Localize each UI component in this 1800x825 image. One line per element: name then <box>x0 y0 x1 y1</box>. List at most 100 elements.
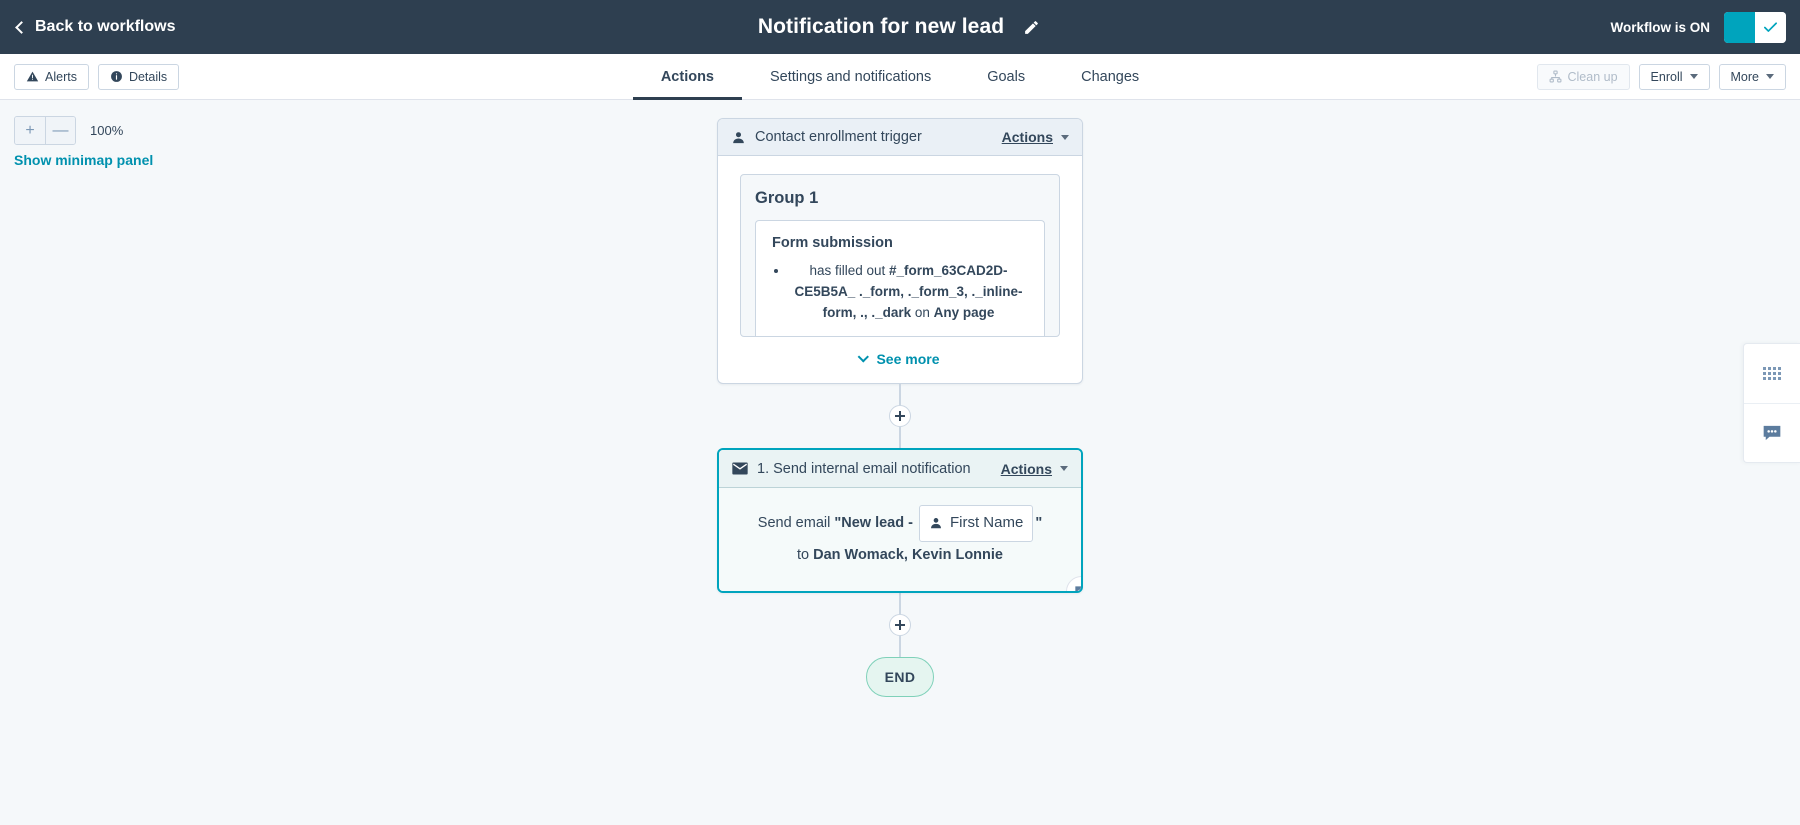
filter-prefix: has filled out <box>809 263 889 278</box>
back-to-workflows-button[interactable]: Back to workflows <box>14 18 175 36</box>
add-action-button-1[interactable] <box>889 405 911 427</box>
form-submission-filter[interactable]: Form submission has filled out #_form_63… <box>755 220 1045 336</box>
see-more-button[interactable]: See more <box>740 351 1060 367</box>
connector-line <box>899 427 901 448</box>
show-minimap-panel-link[interactable]: Show minimap panel <box>14 152 153 168</box>
chevron-down-icon <box>1061 135 1069 140</box>
alerts-label: Alerts <box>45 70 77 84</box>
email-summary: Send email "New lead - First Name " <box>739 505 1061 542</box>
trigger-card-header: Contact enrollment trigger Actions <box>718 119 1082 156</box>
workflow-state-group: Workflow is ON <box>1610 12 1786 43</box>
filter-middle: on <box>911 305 934 320</box>
chevron-down-icon <box>858 351 869 362</box>
filter-group-title: Group 1 <box>755 189 1045 208</box>
trigger-card-title: Contact enrollment trigger <box>755 129 922 145</box>
recipients-prefix: to <box>797 547 813 563</box>
connector-line <box>899 384 901 405</box>
workflow-on-off-toggle[interactable] <box>1724 12 1786 43</box>
envelope-icon <box>732 462 748 475</box>
see-more-label: See more <box>876 351 939 367</box>
list-item: has filled out #_form_63CAD2D-CE5B5A_ ._… <box>789 261 1028 324</box>
pencil-icon[interactable] <box>1020 16 1042 38</box>
tab-settings-and-notifications[interactable]: Settings and notifications <box>742 54 959 100</box>
warning-triangle-icon <box>26 70 39 83</box>
zoom-level-label: 100% <box>90 123 123 138</box>
details-label: Details <box>129 70 167 84</box>
action-actions-label: Actions <box>1001 461 1052 477</box>
grid-dots-icon <box>1763 367 1781 380</box>
action-card-header: 1. Send internal email notification Acti… <box>719 450 1081 488</box>
chevron-down-icon <box>1060 466 1068 471</box>
email-recipients-line: to Dan Womack, Kevin Lonnie <box>739 542 1061 570</box>
filter-page: Any page <box>934 305 995 320</box>
zoom-in-button[interactable]: + <box>15 117 45 144</box>
action-actions-dropdown[interactable]: Actions <box>1001 461 1068 477</box>
subject-quote-close: " <box>1035 515 1042 531</box>
right-floating-panel <box>1743 343 1800 463</box>
check-icon <box>1762 19 1779 36</box>
tab-settings-label: Settings and notifications <box>770 69 931 85</box>
clean-up-button[interactable]: Clean up <box>1537 64 1630 90</box>
comments-button[interactable] <box>1744 403 1800 462</box>
info-circle-icon <box>110 70 123 83</box>
connector-line <box>899 636 901 657</box>
tab-actions-label: Actions <box>661 69 714 85</box>
clean-up-label: Clean up <box>1568 70 1618 84</box>
trigger-actions-dropdown[interactable]: Actions <box>1002 129 1069 145</box>
comment-bubble-icon <box>1762 423 1782 443</box>
send-email-prefix: Send email <box>758 515 835 531</box>
filter-type-label: Form submission <box>772 235 1028 251</box>
more-button[interactable]: More <box>1719 64 1786 90</box>
enroll-label: Enroll <box>1651 70 1683 84</box>
workflow-title-group: Notification for new lead <box>0 0 1800 54</box>
toggle-track-on <box>1724 12 1755 43</box>
back-to-workflows-label: Back to workflows <box>35 18 175 36</box>
connector-line <box>899 593 901 614</box>
workflow-tab-bar: Actions Settings and notifications Goals… <box>0 54 1800 100</box>
toolbar-right-group: Clean up Enroll More <box>1537 64 1787 90</box>
action-card-title: 1. Send internal email notification <box>757 461 971 477</box>
contact-person-icon <box>731 130 746 145</box>
chevron-left-icon <box>15 21 28 34</box>
enroll-button[interactable]: Enroll <box>1639 64 1710 90</box>
workflow-flow-column: Contact enrollment trigger Actions Group… <box>717 118 1083 697</box>
contact-person-icon <box>929 516 943 530</box>
alerts-button[interactable]: Alerts <box>14 64 89 90</box>
details-button[interactable]: Details <box>98 64 179 90</box>
workflow-state-label: Workflow is ON <box>1610 20 1710 35</box>
chevron-down-icon <box>1690 74 1698 79</box>
zoom-controls: + — 100% <box>14 116 123 145</box>
hierarchy-icon <box>1549 70 1562 83</box>
end-node: END <box>866 657 934 697</box>
filter-criteria-list: has filled out #_form_63CAD2D-CE5B5A_ ._… <box>772 261 1028 324</box>
plus-icon <box>899 620 901 630</box>
zoom-out-button[interactable]: — <box>45 117 75 144</box>
more-label: More <box>1731 70 1759 84</box>
personalization-token[interactable]: First Name <box>919 505 1033 542</box>
tab-actions[interactable]: Actions <box>633 54 742 100</box>
email-subject: New lead - <box>841 515 917 531</box>
chevron-down-icon <box>1766 74 1774 79</box>
token-label: First Name <box>950 509 1023 538</box>
comment-bubble-icon <box>1074 584 1084 594</box>
contact-enrollment-trigger-card[interactable]: Contact enrollment trigger Actions Group… <box>717 118 1083 384</box>
tab-changes[interactable]: Changes <box>1053 54 1167 100</box>
filter-group-1: Group 1 Form submission has filled out #… <box>740 174 1060 337</box>
email-recipients: Dan Womack, Kevin Lonnie <box>813 547 1003 563</box>
add-action-button-2[interactable] <box>889 614 911 636</box>
tab-changes-label: Changes <box>1081 69 1139 85</box>
top-navigation-bar: Back to workflows Notification for new l… <box>0 0 1800 54</box>
workflow-canvas: + — 100% Show minimap panel Contact enro… <box>0 100 1800 825</box>
tab-goals[interactable]: Goals <box>959 54 1053 100</box>
toolbar-left-group: Alerts Details <box>14 64 179 90</box>
trigger-card-body: Group 1 Form submission has filled out #… <box>718 156 1082 383</box>
zoom-button-group: + — <box>14 116 76 145</box>
trigger-actions-label: Actions <box>1002 129 1053 145</box>
apps-grid-button[interactable] <box>1744 344 1800 403</box>
plus-icon <box>899 411 901 421</box>
tab-goals-label: Goals <box>987 69 1025 85</box>
workflow-toolbar: Alerts Details Actions Settings and noti… <box>0 54 1800 100</box>
send-internal-email-action-card[interactable]: 1. Send internal email notification Acti… <box>717 448 1083 593</box>
page-title: Notification for new lead <box>758 15 1004 39</box>
toggle-knob <box>1755 12 1786 43</box>
